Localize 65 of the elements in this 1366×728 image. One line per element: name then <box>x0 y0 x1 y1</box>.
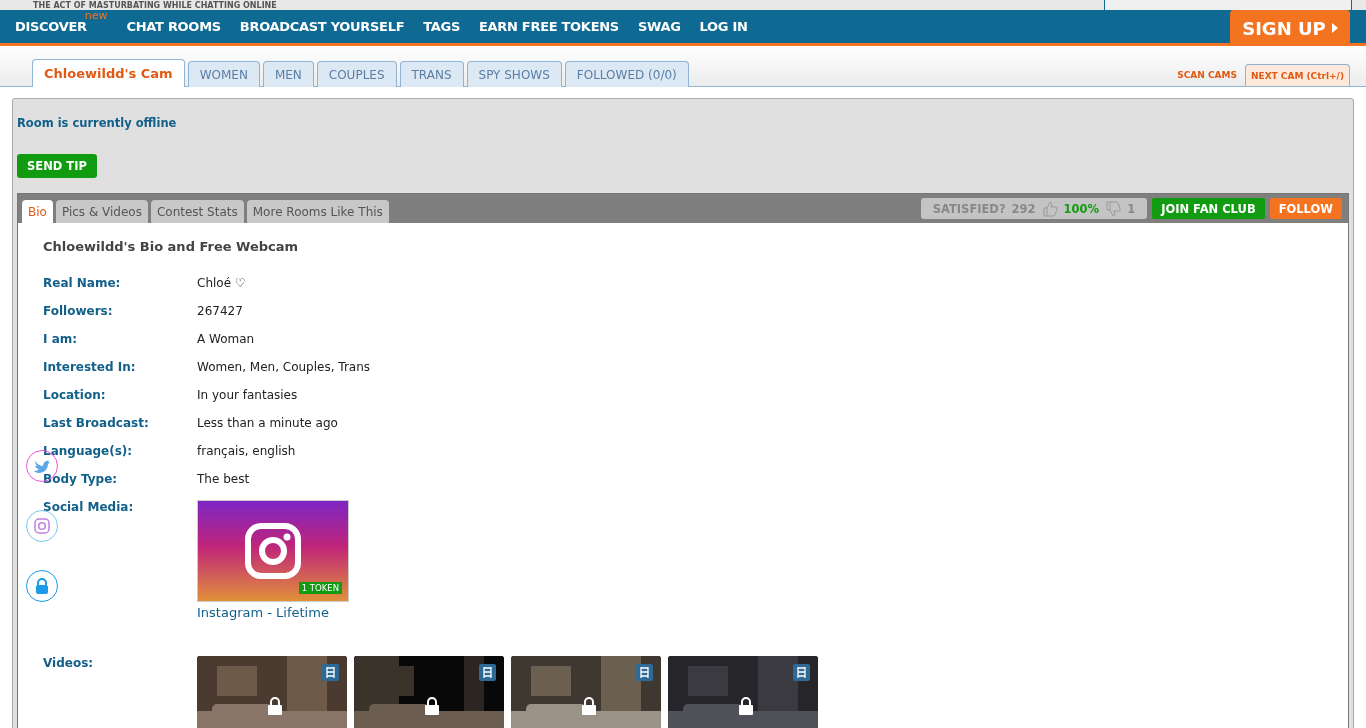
tab[interactable]: FOLLOWED (0/0) <box>564 61 689 87</box>
field-label: I am: <box>43 332 79 348</box>
field-value: In your fantasies <box>197 388 299 404</box>
lock-icon <box>739 697 753 715</box>
instagram-card[interactable]: 1 TOKEN <box>197 500 349 602</box>
film-icon <box>479 664 496 681</box>
satisfied-label: SATISFIED? <box>932 201 1006 216</box>
tab[interactable]: Contest Stats <box>150 200 244 223</box>
follow-button[interactable]: FOLLOW <box>1269 198 1342 219</box>
field-value: Less than a minute ago <box>197 416 339 432</box>
tab[interactable]: MEN <box>262 61 314 87</box>
new-label: new <box>84 9 108 22</box>
field-label: Last Broadcast: <box>43 416 150 432</box>
field-label: Social Media: <box>43 500 135 516</box>
field-value: The best <box>197 472 251 488</box>
film-icon <box>636 664 653 681</box>
field-label: Followers: <box>43 304 114 320</box>
field-value: 267427 <box>197 304 244 320</box>
nav-link[interactable]: LOG IN <box>699 19 748 34</box>
nav-link[interactable]: EARN FREE TOKENS <box>479 19 619 34</box>
downvote-count: 1 <box>1127 201 1136 216</box>
instagram-link[interactable]: Instagram - Lifetime <box>197 605 1323 620</box>
field-label: Location: <box>43 388 107 404</box>
field-label: Real Name: <box>43 276 122 292</box>
tab[interactable]: Chloewildd's Cam <box>32 59 185 87</box>
field-label: Interested In: <box>43 360 137 376</box>
field-label: Body Type: <box>43 472 119 488</box>
nav-link[interactable]: BROADCAST YOURSELF <box>239 19 405 34</box>
thumbs-down-icon[interactable] <box>1105 200 1122 217</box>
bio-title: Chloewildd's Bio and Free Webcam <box>43 239 300 254</box>
send-tip-button[interactable]: SEND TIP <box>17 154 97 178</box>
field-label: Videos: <box>43 656 95 672</box>
field-value: Chloé ♡ <box>197 276 247 292</box>
thumbs-up-icon[interactable] <box>1041 200 1058 217</box>
lock-icon <box>268 697 282 715</box>
field-value: Women, Men, Couples, Trans <box>197 360 372 376</box>
tab[interactable]: COUPLES <box>316 61 397 87</box>
film-icon <box>322 664 339 681</box>
camera-icon <box>245 523 301 579</box>
satisfaction-percent: 100% <box>1063 201 1100 216</box>
nav-link[interactable]: CHAT ROOMS <box>126 19 221 34</box>
nav-link[interactable]: SWAG <box>637 19 681 34</box>
lock-icon <box>425 697 439 715</box>
price-badge: 1 TOKEN <box>298 582 342 594</box>
tab[interactable]: Pics & Videos <box>55 200 148 223</box>
vote-count: 292 <box>1011 201 1036 216</box>
tab[interactable]: SPY SHOWS <box>466 61 562 87</box>
lock-icon <box>582 697 596 715</box>
scan-cams-link[interactable]: SCAN CAMS <box>1177 70 1237 86</box>
tab[interactable]: Bio <box>22 200 53 223</box>
join-fan-club-button[interactable]: JOIN FAN CLUB <box>1152 198 1265 219</box>
tab[interactable]: WOMEN <box>187 61 260 87</box>
sign-up-button[interactable]: SIGN UP <box>1230 10 1350 46</box>
nav-link[interactable]: TAGS <box>423 19 460 34</box>
room-status: Room is currently offline <box>17 116 178 130</box>
tagline: THE ACT OF MASTURBATING WHILE CHATTING ONLINE <box>33 1 277 10</box>
field-value: français, english <box>197 444 297 460</box>
nav-link[interactable]: DISCOVER <box>15 19 87 34</box>
tab[interactable]: More Rooms Like This <box>246 200 389 223</box>
field-value: A Woman <box>197 332 256 348</box>
tab[interactable]: TRANS <box>399 61 464 87</box>
film-icon <box>793 664 810 681</box>
caret-icon <box>1331 23 1338 33</box>
next-cam-tab[interactable]: NEXT CAM (Ctrl+/) <box>1244 64 1350 86</box>
field-label: Language(s): <box>43 444 134 460</box>
